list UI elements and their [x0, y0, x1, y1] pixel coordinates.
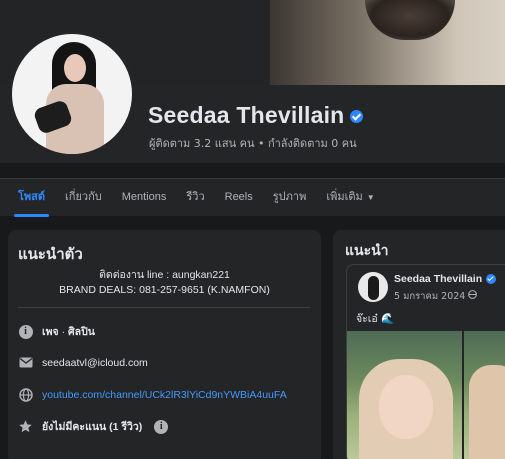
post-image[interactable]	[347, 331, 505, 459]
intro-rating-row: ยังไม่มีคะแนน (1 รีวิว) i	[18, 418, 169, 435]
globe-icon	[18, 387, 33, 402]
rating-info-icon[interactable]: i	[154, 419, 169, 434]
verified-badge-icon	[350, 110, 364, 123]
intro-card: แนะนำตัว ติดต่องาน line : aungkan221 BRA…	[8, 230, 321, 459]
tab-photos[interactable]: รูปภาพ	[263, 179, 317, 217]
followers-count[interactable]: ผู้ติดตาม 3.2 แสน คน • กำลังติดตาม 0 คน	[149, 134, 357, 152]
post-date[interactable]: 5 มกราคม 2024	[394, 289, 478, 304]
tab-mentions[interactable]: Mentions	[112, 179, 177, 217]
bio-line-brand-deals: BRAND DEALS: 081-257-9651 (K.NAMFON)	[59, 284, 270, 296]
tab-posts[interactable]: โพสต์	[8, 179, 55, 217]
intro-bio: ติดต่องาน line : aungkan221 BRAND DEALS:…	[8, 268, 321, 298]
star-icon	[18, 419, 33, 434]
email-text[interactable]: seedaatvl@icloud.com	[42, 357, 148, 369]
post-author-name[interactable]: Seedaa Thevillain	[394, 273, 482, 285]
profile-name-row: Seedaa Thevillain	[148, 102, 364, 129]
featured-post[interactable]: Seedaa Thevillain 5 มกราคม 2024 จ๊ะเอ๋ 🌊	[346, 264, 505, 459]
tab-reviews[interactable]: รีวิว	[176, 179, 214, 217]
rating-text: ยังไม่มีคะแนน (1 รีวิว)	[42, 421, 143, 433]
featured-title: แนะนำ	[345, 243, 389, 259]
globe-icon	[468, 290, 478, 302]
intro-title: แนะนำตัว	[18, 245, 83, 263]
caret-down-icon: ▼	[366, 192, 375, 202]
post-text: จ๊ะเอ๋ 🌊	[356, 313, 395, 325]
post-author-row: Seedaa Thevillain	[394, 273, 497, 285]
email-icon	[18, 355, 33, 370]
intro-email-row: seedaatvl@icloud.com	[18, 355, 148, 370]
info-icon: i	[18, 324, 33, 339]
profile-avatar[interactable]	[8, 30, 136, 158]
bio-line-contact: ติดต่องาน line : aungkan221	[99, 269, 230, 281]
profile-tabs: โพสต์ เกี่ยวกับ Mentions รีวิว Reels รูป…	[0, 178, 505, 217]
tab-about[interactable]: เกี่ยวกับ	[55, 179, 112, 217]
divider	[18, 307, 310, 308]
intro-website-row: youtube.com/channel/UCk2lR3lYiCd9nYWBiA4…	[18, 387, 287, 402]
category-prefix: เพจ	[42, 326, 59, 338]
profile-name: Seedaa Thevillain	[148, 102, 345, 128]
verified-badge-icon	[486, 274, 497, 284]
featured-card: แนะนำ Seedaa Thevillain 5 มกราคม 2024 จ๊…	[333, 230, 505, 459]
post-author-avatar[interactable]	[358, 272, 388, 302]
intro-category-row: i เพจ · ศิลปิน	[18, 323, 95, 340]
tab-reels[interactable]: Reels	[215, 179, 263, 217]
website-link[interactable]: youtube.com/channel/UCk2lR3lYiCd9nYWBiA4…	[42, 389, 287, 401]
tab-more[interactable]: เพิ่มเติม ▼	[316, 179, 384, 217]
category-label: ศิลปิน	[68, 326, 95, 338]
